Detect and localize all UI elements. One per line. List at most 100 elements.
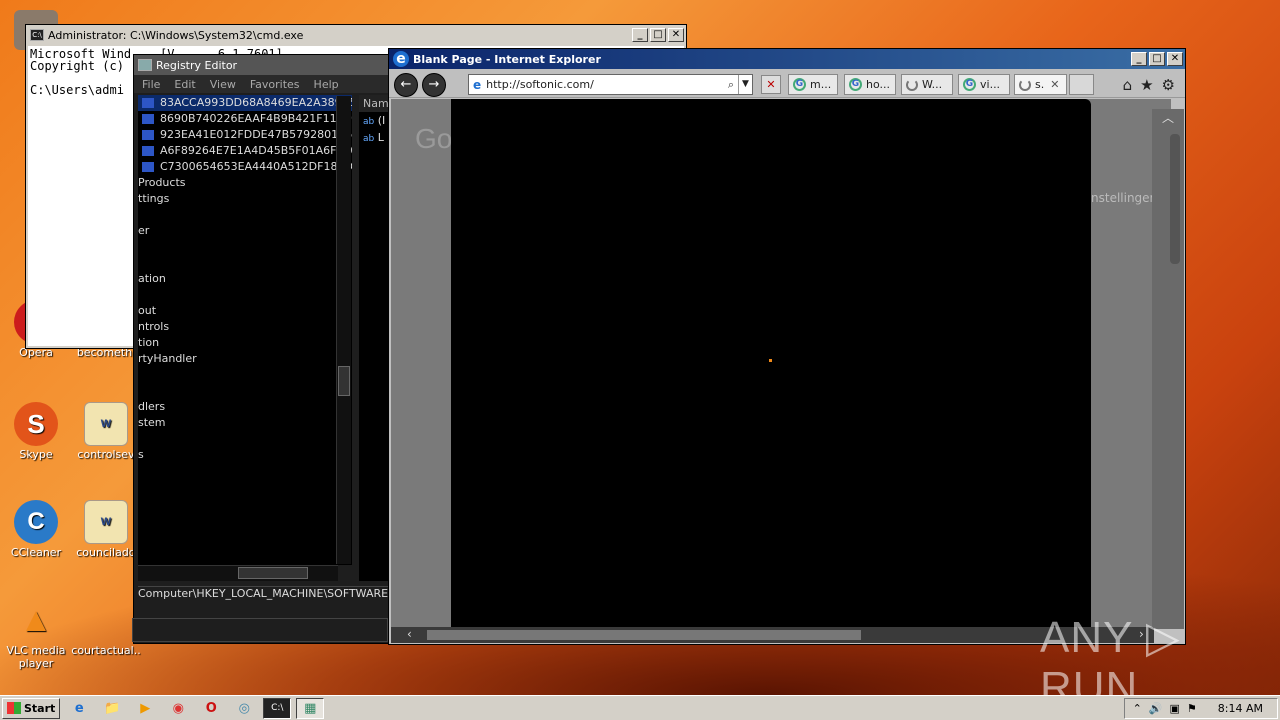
tree-node[interactable] xyxy=(138,367,352,383)
scrollbar-thumb[interactable] xyxy=(238,567,308,579)
tree-node[interactable] xyxy=(138,383,352,399)
taskbar: Start e 📁 ▶ ◉ O ◎ C:\ ▦ ⌃ 🔊 ▣ ⚑ 8:14 AM xyxy=(0,695,1280,720)
tree-node[interactable]: er xyxy=(138,223,352,239)
taskbar-opera-icon[interactable]: O xyxy=(197,698,225,719)
tree-node[interactable]: s xyxy=(138,447,352,463)
menu-view[interactable]: View xyxy=(210,78,236,91)
gear-icon[interactable]: ⚙ xyxy=(1162,76,1175,94)
stop-loading-button[interactable]: ✕ xyxy=(761,75,781,94)
regedit-window[interactable]: Registry Editor File Edit View Favorites… xyxy=(133,54,395,644)
faded-google-logo: Go xyxy=(415,123,453,154)
back-arrow-icon[interactable]: ← xyxy=(394,73,418,97)
favorites-star-icon[interactable]: ★ xyxy=(1140,76,1153,94)
volume-icon[interactable]: 🔊 xyxy=(1149,702,1163,715)
tree-node[interactable]: stem xyxy=(138,415,352,431)
taskbar-cmd-icon[interactable]: C:\ xyxy=(263,697,292,719)
home-icon[interactable]: ⌂ xyxy=(1123,76,1133,94)
tree-node[interactable]: tion xyxy=(138,335,352,351)
chevron-down-icon[interactable]: ▼ xyxy=(738,75,752,94)
faded-settings-link[interactable]: nstellingen xyxy=(1091,191,1157,205)
menu-favorites[interactable]: Favorites xyxy=(250,78,300,91)
tree-node[interactable] xyxy=(138,287,352,303)
tree-node[interactable]: ttings xyxy=(138,191,352,207)
desktop-icon-label: CCleaner xyxy=(10,546,62,559)
ie-title: Blank Page - Internet Explorer xyxy=(413,52,601,66)
tree-node[interactable]: 83ACCA993DD68A8469EA2A389C57 xyxy=(138,95,352,111)
ie-titlebar[interactable]: e Blank Page - Internet Explorer _ □ ✕ xyxy=(389,49,1185,69)
scrollbar-thumb[interactable] xyxy=(1170,134,1180,264)
tree-node[interactable]: 8690B740226EAAF4B9B421F11A90D xyxy=(138,111,352,127)
action-center-flag-icon[interactable]: ⚑ xyxy=(1187,702,1197,715)
maximize-button[interactable]: □ xyxy=(1149,52,1165,66)
tree-node[interactable]: C7300654653EA4440A512DF184D7 xyxy=(138,159,352,175)
regedit-titlebar[interactable]: Registry Editor xyxy=(134,55,394,75)
tree-node[interactable]: ation xyxy=(138,271,352,287)
taskbar-media-player-icon[interactable]: ▶ xyxy=(131,698,159,719)
browser-tab[interactable]: Gvi... xyxy=(958,74,1010,95)
taskbar-app-icon[interactable]: ◎ xyxy=(230,698,258,719)
browser-tab[interactable]: Gm... xyxy=(788,74,838,95)
page-viewport[interactable]: Go nstellingen xyxy=(391,99,1171,627)
start-button[interactable]: Start xyxy=(2,697,61,719)
desktop-icon-label: counciladd xyxy=(76,546,136,559)
desktop-icon-controlsev[interactable]: W controlsev xyxy=(71,402,141,461)
taskbar-ie-icon[interactable]: e xyxy=(65,698,93,719)
desktop-icon-skype[interactable]: S Skype xyxy=(1,402,71,461)
tree-node[interactable]: A6F89264E7E1A4D45B5F01A6F4E0 xyxy=(138,143,352,159)
taskbar-regedit-icon[interactable]: ▦ xyxy=(296,697,325,719)
browser-tab[interactable]: Gho... xyxy=(844,74,896,95)
search-icon[interactable]: ⌕ xyxy=(728,78,734,92)
tree-node[interactable]: rtyHandler xyxy=(138,351,352,367)
tree-node-label: er xyxy=(138,224,150,237)
menu-file[interactable]: File xyxy=(142,78,160,91)
minimize-button[interactable]: _ xyxy=(1131,52,1147,66)
desktop-icon-counciladd[interactable]: W counciladd xyxy=(71,500,141,559)
scroll-up-icon[interactable]: ︿ xyxy=(1152,109,1184,125)
tree-node[interactable] xyxy=(138,207,352,223)
tree-node[interactable]: ntrols xyxy=(138,319,352,335)
ie-window[interactable]: e Blank Page - Internet Explorer _ □ ✕ ←… xyxy=(388,48,1186,645)
page-vertical-scrollbar[interactable]: ︿ xyxy=(1152,109,1184,629)
forward-arrow-icon[interactable]: → xyxy=(422,73,446,97)
tree-horizontal-scrollbar[interactable] xyxy=(138,565,338,581)
new-tab-button[interactable] xyxy=(1069,74,1094,95)
browser-tab-active[interactable]: s. ✕ xyxy=(1014,74,1067,95)
show-hidden-icons-icon[interactable]: ⌃ xyxy=(1133,702,1142,715)
desktop-icon-label: controlsev xyxy=(77,448,135,461)
browser-tab[interactable]: W... xyxy=(901,74,953,95)
tree-node[interactable]: 923EA41E012FDDE47B579280126C xyxy=(138,127,352,143)
address-bar[interactable]: e http://softonic.com/ ⌕ ▼ xyxy=(468,74,753,95)
tree-node[interactable] xyxy=(138,239,352,255)
scrollbar-thumb[interactable] xyxy=(427,630,861,640)
close-button[interactable]: ✕ xyxy=(668,28,684,42)
desktop-icon-vlc[interactable]: ▲ VLC media player xyxy=(1,598,71,671)
tree-node[interactable]: Products xyxy=(138,175,352,191)
cmd-titlebar[interactable]: C:\ Administrator: C:\Windows\System32\c… xyxy=(26,25,686,45)
menu-edit[interactable]: Edit xyxy=(174,78,195,91)
tree-node[interactable]: out xyxy=(138,303,352,319)
tree-node[interactable] xyxy=(138,255,352,271)
close-button[interactable]: ✕ xyxy=(1167,52,1183,66)
menu-help[interactable]: Help xyxy=(314,78,339,91)
registry-tree[interactable]: 83ACCA993DD68A8469EA2A389C57 8690B740226E… xyxy=(138,95,352,565)
close-tab-icon[interactable]: ✕ xyxy=(1050,78,1059,91)
scrollbar-thumb[interactable] xyxy=(338,366,350,396)
regedit-lower-panel xyxy=(132,618,388,642)
desktop-icon-courtactual[interactable]: courtactual.. xyxy=(71,598,141,657)
desktop-icon-ccleaner[interactable]: C CCleaner xyxy=(1,500,71,559)
ccleaner-icon: C xyxy=(14,500,58,544)
maximize-button[interactable]: □ xyxy=(650,28,666,42)
tree-node[interactable] xyxy=(138,431,352,447)
tree-node[interactable]: dlers xyxy=(138,399,352,415)
tree-vertical-scrollbar[interactable] xyxy=(336,96,351,564)
address-text[interactable]: http://softonic.com/ xyxy=(486,78,594,91)
network-icon[interactable]: ▣ xyxy=(1170,702,1180,715)
scroll-left-icon[interactable]: ‹ xyxy=(407,627,412,641)
tree-node-label: 8690B740226EAAF4B9B421F11A90D xyxy=(160,112,352,125)
vlc-cone-icon: ▲ xyxy=(19,600,53,639)
minimize-button[interactable]: _ xyxy=(632,28,648,42)
clock[interactable]: 8:14 AM xyxy=(1218,702,1263,715)
taskbar-explorer-icon[interactable]: 📁 xyxy=(98,698,126,719)
taskbar-chrome-icon[interactable]: ◉ xyxy=(164,698,192,719)
tree-node-label: ation xyxy=(138,272,166,285)
